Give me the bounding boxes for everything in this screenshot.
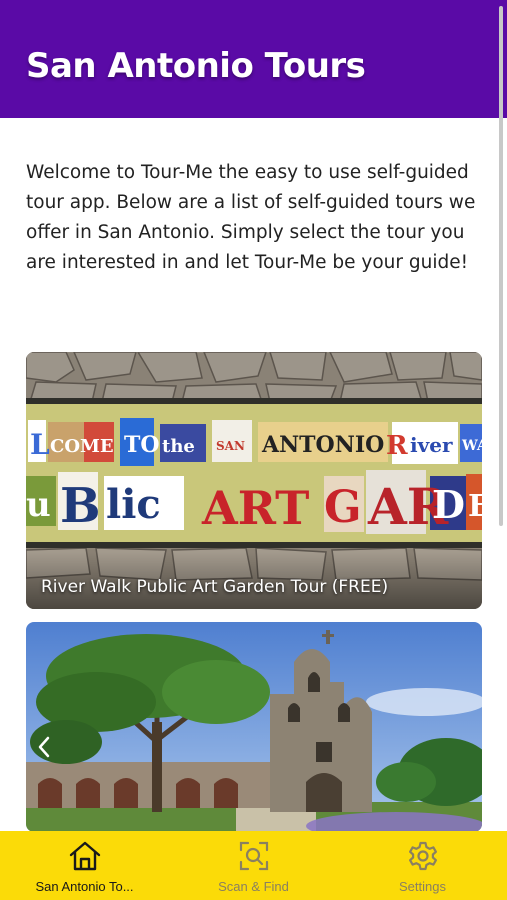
svg-text:TO: TO	[124, 432, 160, 458]
scrollbar[interactable]	[499, 6, 503, 526]
svg-text:ANTONIO: ANTONIO	[261, 432, 384, 458]
svg-text:G: G	[324, 482, 362, 533]
svg-text:iver: iver	[410, 433, 453, 457]
tab-label: Scan & Find	[218, 879, 289, 894]
svg-text:R: R	[386, 431, 408, 461]
home-icon	[68, 840, 102, 872]
svg-text:D: D	[432, 482, 465, 527]
svg-text:u: u	[26, 485, 51, 525]
tour-image-art-garden: L COME TO the SAN ANTONIO R iver WA u B …	[26, 352, 482, 609]
app-header: San Antonio Tours	[0, 0, 507, 118]
tour-caption: River Walk Public Art Garden Tour (FREE)	[41, 577, 389, 597]
svg-text:B: B	[60, 478, 101, 534]
tour-image-mission	[26, 622, 482, 832]
chevron-left-icon	[38, 736, 50, 758]
intro-text: Welcome to Tour-Me the easy to use self-…	[26, 162, 476, 273]
svg-text:ART: ART	[201, 481, 309, 535]
tab-san-antonio-tours[interactable]: San Antonio To...	[0, 831, 169, 900]
svg-text:E: E	[468, 489, 482, 524]
gear-icon	[407, 840, 439, 872]
tab-scan-and-find[interactable]: Scan & Find	[169, 831, 338, 900]
page-title: San Antonio Tours	[26, 46, 366, 86]
tab-label: Settings	[399, 879, 446, 894]
tab-settings[interactable]: Settings	[338, 831, 507, 900]
svg-text:COME: COME	[50, 436, 114, 457]
svg-text:lic: lic	[106, 481, 161, 528]
tour-card-river-walk[interactable]: L COME TO the SAN ANTONIO R iver WA u B …	[26, 352, 482, 609]
svg-text:L: L	[30, 428, 50, 461]
bottom-tab-bar: San Antonio To... Scan & Find Settings	[0, 831, 507, 900]
tab-label: San Antonio To...	[35, 879, 134, 894]
svg-text:the: the	[162, 436, 195, 457]
tour-card-missions[interactable]	[26, 622, 482, 832]
svg-text:WA: WA	[461, 438, 482, 454]
scan-icon	[238, 840, 270, 872]
svg-text:SAN: SAN	[216, 439, 245, 453]
carousel-prev-button[interactable]	[32, 730, 56, 764]
